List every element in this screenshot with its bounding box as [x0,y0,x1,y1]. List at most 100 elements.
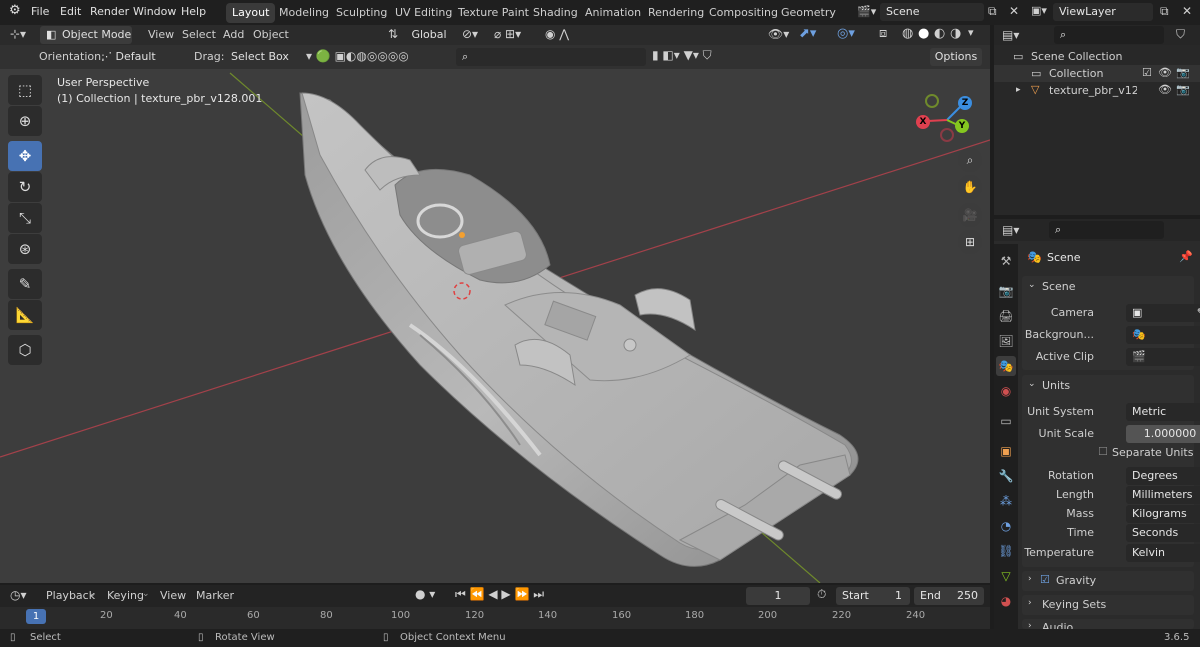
camera-field[interactable]: ▣✎ [1126,304,1200,322]
add-cube-tool-icon[interactable]: ⬡ [8,335,42,365]
select-box-tool-icon[interactable]: ⬚ [8,75,42,105]
vp-menu-select[interactable]: Select [182,28,216,41]
outliner-editor-icon[interactable]: ▤▾ [1002,28,1019,42]
timeline-menu-view[interactable]: View [160,589,186,602]
audio-label[interactable]: Audio [1042,621,1073,629]
rotation-dropdown[interactable]: Degrees⌄ [1126,467,1200,485]
select-mode-icons[interactable]: ▾ 🟢 ▣◐◍◎◎◎◎ [306,49,409,63]
wireframe-shading-icon[interactable]: ◍ [902,26,913,41]
outliner-object[interactable]: texture_pbr_v128.0( [1049,84,1137,97]
tab-sculpting[interactable]: Sculpting [330,3,393,23]
gizmo-x[interactable]: X [916,115,930,129]
tab-geometry-nodes[interactable]: Geometry Noc [775,3,847,23]
rotate-tool-icon[interactable]: ↻ [8,172,42,202]
units-panel-header[interactable]: Units [1042,379,1070,392]
pan-hand-icon[interactable]: ✋ [958,175,982,199]
separate-units-checkbox[interactable]: ☐ [1098,445,1108,458]
properties-editor-icon[interactable]: ▤▾ [1002,223,1019,237]
hide-eye-icon[interactable]: 👁 [1158,66,1172,79]
measure-tool-icon[interactable]: 📐 [8,300,42,330]
scene-panel-header[interactable]: Scene [1042,280,1076,293]
exclude-checkbox-icon[interactable]: ☑ [1142,66,1152,79]
particles-tab-icon[interactable]: ⁂ [996,491,1016,511]
render-tab-icon[interactable]: 📷 [996,281,1016,301]
material-shading-icon[interactable]: ◐ [934,26,945,41]
timeline-menu-marker[interactable]: Marker [196,589,234,602]
pivot-point-icon[interactable]: ⊘▾ [462,27,478,41]
snap-icon[interactable]: ⌀ ⊞▾ [494,27,521,41]
gravity-label[interactable]: Gravity [1056,574,1096,587]
unit-system-dropdown[interactable]: Metric⌄ [1126,403,1200,421]
active-clip-field[interactable]: 🎬 [1126,348,1200,366]
vp-menu-add[interactable]: Add [223,28,244,41]
outliner-collection[interactable]: Collection [1049,67,1103,80]
gizmo-y[interactable]: Y [955,119,969,133]
scale-tool-icon[interactable]: ⤡ [8,203,42,233]
physics-tab-icon[interactable]: ◔ [996,516,1016,536]
start-frame-field[interactable]: Start 1 [836,587,910,605]
cursor-tool-icon[interactable]: ⊕ [8,106,42,136]
collection-tab-icon[interactable]: ▭ [996,411,1016,431]
view-layer-field[interactable]: ViewLayer [1053,3,1153,21]
shading-options-icon[interactable]: ▾ [968,26,974,39]
solid-shading-icon[interactable]: ● [918,26,929,41]
record-icon[interactable]: ● ▾ [415,587,435,601]
chevron-down-icon[interactable]: ⌄ [1028,379,1036,389]
ortho-toggle-icon[interactable]: ⊞ [958,230,982,254]
object-tab-icon[interactable]: ▣ [996,441,1016,461]
object-render-icon[interactable]: 📷 [1176,83,1190,96]
rendered-shading-icon[interactable]: ◑ [950,26,961,41]
gravity-checkbox[interactable]: ☑ [1040,573,1050,586]
menu-window[interactable]: Window [133,5,176,18]
3d-viewport[interactable]: ⊹▾ ◧ Object Mode View Select Add Object … [0,25,990,583]
keying-sets-label[interactable]: Keying Sets [1042,598,1106,611]
scene-field[interactable]: Scene [880,3,984,21]
chevron-right-icon[interactable]: › [1028,598,1032,608]
overlay-toggle-icon[interactable]: ◎▾ [837,26,855,41]
transform-tool-icon[interactable]: ⊛ [8,234,42,264]
outliner-scene-collection[interactable]: Scene Collection [1031,50,1122,63]
new-scene-icon[interactable]: ⧉ [988,4,997,19]
chevron-right-icon[interactable]: › [1028,621,1032,629]
end-frame-field[interactable]: End 250 [914,587,984,605]
orientation-dropdown[interactable]: ⋰ Default [97,48,183,66]
tab-uv-editing[interactable]: UV Editing [389,3,458,23]
move-tool-icon[interactable]: ✥ [8,141,42,171]
vp-menu-view[interactable]: View [148,28,174,41]
outliner-filter-icon[interactable]: ⛉ [1176,27,1185,42]
menu-file[interactable]: File [31,5,49,18]
current-frame-field[interactable]: 1 [746,587,810,605]
outliner-search-input[interactable]: ⌕ [1054,26,1164,44]
tab-rendering[interactable]: Rendering [642,3,710,23]
menu-edit[interactable]: Edit [60,5,81,18]
proportional-edit-icon[interactable]: ◉ ⋀ [545,27,569,41]
new-view-layer-icon[interactable]: ⧉ [1160,4,1169,19]
background-scene-field[interactable]: 🎭 [1126,326,1200,344]
options-dropdown[interactable]: Options [930,48,982,66]
unit-scale-field[interactable]: 1.000000 [1126,425,1200,443]
menu-help[interactable]: Help [181,5,206,18]
chevron-down-icon[interactable]: ⌄ [1028,280,1036,290]
menu-render[interactable]: Render [90,5,129,18]
view-layer-icon[interactable]: ▣▾ [1031,4,1047,17]
zoom-icon[interactable]: ⌕ [958,148,982,172]
view-layer-tab-icon[interactable]: 🖼 [996,331,1016,351]
pin-icon[interactable]: 📌 [1179,250,1193,263]
render-camera-icon[interactable]: 📷 [1176,66,1190,79]
data-tab-icon[interactable]: ▽ [996,566,1016,586]
scene-tab-icon[interactable]: 🎭 [996,356,1016,376]
tab-shading[interactable]: Shading [527,3,584,23]
mode-dropdown[interactable]: ◧ Object Mode [40,26,132,44]
time-dropdown[interactable]: Seconds⌄ [1126,524,1200,542]
tab-animation[interactable]: Animation [579,3,647,23]
tab-modeling[interactable]: Modeling [273,3,335,23]
constraints-tab-icon[interactable]: ⛓ [996,541,1016,561]
playback-controls-icon[interactable]: ⏮ ⏪ ◀ ▶ ⏩ ⏭ [455,587,544,602]
tool-tab-icon[interactable]: ⚒ [996,251,1016,271]
temperature-dropdown[interactable]: Kelvin⌄ [1126,544,1200,562]
gizmo-toggle-icon[interactable]: ⬈▾ [799,26,816,41]
transform-orientation-dropdown[interactable]: Global [402,26,456,44]
annotate-tool-icon[interactable]: ✎ [8,269,42,299]
expand-chevron-icon[interactable]: ▸ [1016,85,1021,95]
chevron-right-icon[interactable]: › [1028,574,1032,584]
